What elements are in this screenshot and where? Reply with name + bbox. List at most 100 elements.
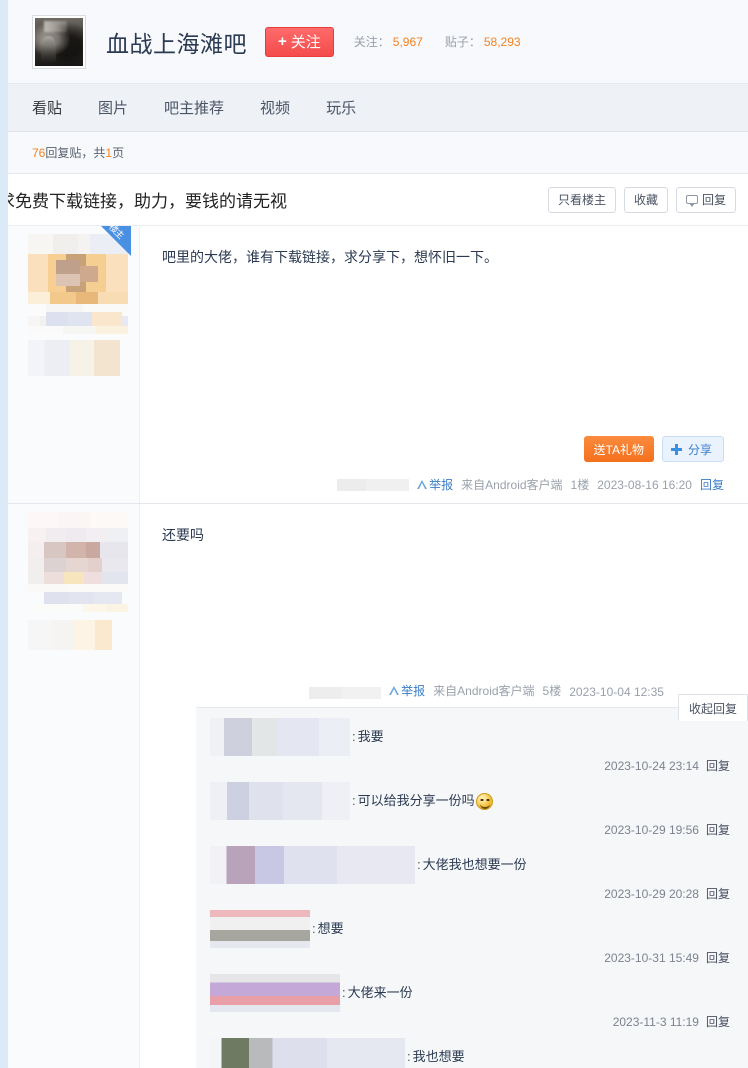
comment-5-time: 2023-11-3 11:19 [612, 1014, 699, 1029]
post-2-content: 还要吗 [162, 527, 204, 543]
favorite-button[interactable]: 收藏 [623, 186, 668, 213]
comment-2-time: 2023-10-29 19:56 [604, 822, 699, 837]
username-redacted [28, 620, 112, 650]
scroll-pane: 血战上海滩吧 + 关注 关注： 5,967 贴子： 58,293 看贴 图片 吧主推… [8, 0, 748, 1068]
post-2: 还要吗 举报 来自Android客户端 5楼 2023-10-04 12:35 … [8, 504, 748, 1068]
stat-posts-value: 58,293 [483, 35, 521, 49]
username-redacted [28, 340, 120, 376]
comment-1-line: : 我要 [210, 718, 734, 756]
page-root: 血战上海滩吧 + 关注 关注： 5,967 贴子： 58,293 看贴 图片 吧主推… [0, 0, 748, 1068]
post-2-floor: 5楼 [542, 684, 562, 698]
smiley-emoji-icon [475, 792, 493, 810]
post-1: 楼主 吧里的大佬，谁有下载链接，求分享下，想怀旧一下。 送TA礼物 分享 举报 … [8, 222, 748, 504]
plus-icon: + [278, 33, 287, 50]
stat-posts-label: 贴子： [444, 35, 481, 49]
report-button[interactable]: 举报 [417, 476, 453, 493]
avatar[interactable] [28, 512, 128, 612]
report-label: 举报 [401, 684, 426, 698]
comment-2-text: 可以给我分享一份吗 [357, 793, 475, 808]
reply-count-value: 76 [32, 145, 46, 160]
comment-4-footer: 2023-10-31 15:49 回复 [210, 949, 734, 966]
share-button[interactable]: 分享 [661, 436, 724, 462]
reply-count-mid: 回复贴，共 [45, 146, 106, 160]
list-item: : 可以给我分享一份吗 2023-10-29 19:56 回复 [210, 778, 734, 842]
comment-4-reply-link[interactable]: 回复 [706, 949, 730, 966]
share-label: 分享 [687, 442, 712, 457]
comment-1-colon: : [352, 729, 356, 744]
comment-2-line: : 可以给我分享一份吗 [210, 782, 734, 820]
post-2-meta: 举报 来自Android客户端 5楼 2023-10-04 12:35 收起回复 [162, 668, 748, 721]
comment-6-text: 我也想要 [412, 1049, 465, 1064]
post-1-time: 2023-08-16 16:20 [597, 477, 692, 492]
list-item: : 想要 2023-10-31 15:49 回复 [210, 906, 734, 970]
comment-3-line: : 大佬我也想要一份 [210, 846, 734, 884]
comment-5-footer: 2023-11-3 11:19 回复 [210, 1013, 734, 1030]
list-item: : 大佬我也想要一份 2023-10-29 20:28 回复 [210, 842, 734, 906]
comment-3-reply-link[interactable]: 回复 [706, 885, 730, 902]
comment-2-footer: 2023-10-29 19:56 回复 [210, 821, 734, 838]
plus-icon [670, 443, 682, 455]
comment-list: : 我要 2023-10-24 23:14 回复 : 可以给我分享一份吗 202… [196, 707, 748, 1068]
comment-4-line: : 想要 [210, 910, 734, 948]
stat-followers-value: 5,967 [392, 35, 423, 49]
comment-1-footer: 2023-10-24 23:14 回复 [210, 757, 734, 774]
post-1-username-redacted [337, 478, 410, 491]
tab-bazhu-tuijian[interactable]: 吧主推荐 [164, 97, 224, 118]
comment-1-reply-link[interactable]: 回复 [706, 757, 730, 774]
send-gift-label: 送TA礼物 [593, 442, 644, 457]
page-count-suffix: 页 [112, 146, 125, 160]
comment-5-username-redacted [210, 974, 340, 1012]
post-2-body: 还要吗 举报 来自Android客户端 5楼 2023-10-04 12:35 … [140, 504, 748, 1068]
warning-triangle-icon [389, 686, 400, 695]
post-1-source: 来自Android客户端 [461, 478, 563, 492]
comment-1-username-redacted [210, 718, 350, 756]
only-op-button[interactable]: 只看楼主 [547, 186, 616, 213]
page-title: 求免费下载链接，助力，要钱的请无视 [8, 192, 287, 211]
post-2-username-redacted [309, 687, 382, 699]
thread-actions: 只看楼主 收藏 回复 [547, 186, 736, 213]
reply-button[interactable]: 回复 [675, 186, 736, 213]
post-1-reply-link[interactable]: 回复 [700, 476, 724, 493]
bar-avatar[interactable] [32, 14, 86, 69]
thread-header: 求免费下载链接，助力，要钱的请无视 只看楼主 收藏 回复 [8, 174, 748, 226]
post-1-floor: 1楼 [570, 478, 590, 492]
comment-3-username-redacted [210, 846, 415, 884]
comment-1-text: 我要 [357, 729, 384, 744]
post-2-user-column [8, 504, 140, 1068]
stat-followers-label: 关注： [353, 35, 390, 49]
list-item: : 我也想要 2023-11-3 18:23 回复 [210, 1034, 734, 1068]
only-op-label: 只看楼主 [557, 193, 606, 207]
tab-kantie[interactable]: 看贴 [32, 97, 62, 118]
speech-bubble-icon [685, 195, 698, 207]
comment-6-username-redacted [210, 1038, 405, 1068]
report-label: 举报 [429, 478, 454, 492]
comment-4-time: 2023-10-31 15:49 [604, 950, 699, 965]
comment-1-time: 2023-10-24 23:14 [604, 758, 699, 773]
stat-posts: 贴子： 58,293 [445, 33, 521, 50]
follow-button-label: 关注 [290, 34, 321, 51]
comment-2-reply-link[interactable]: 回复 [706, 821, 730, 838]
comment-5-reply-link[interactable]: 回复 [706, 1013, 730, 1030]
post-1-content: 吧里的大佬，谁有下载链接，求分享下，想怀旧一下。 [162, 249, 498, 265]
tab-shipin[interactable]: 视频 [260, 97, 290, 118]
post-2-time: 2023-10-04 12:35 [569, 685, 664, 699]
follow-button[interactable]: + 关注 [265, 26, 334, 57]
warning-triangle-icon [417, 480, 428, 489]
comment-5-line: : 大佬来一份 [210, 974, 734, 1012]
favorite-label: 收藏 [633, 193, 658, 207]
send-gift-button[interactable]: 送TA礼物 [583, 436, 654, 462]
post-1-body: 吧里的大佬，谁有下载链接，求分享下，想怀旧一下。 送TA礼物 分享 举报 来自A… [140, 226, 748, 503]
bar-header: 血战上海滩吧 + 关注 关注： 5,967 贴子： 58,293 [8, 0, 748, 84]
bar-stats: 关注： 5,967 贴子： 58,293 [354, 33, 521, 50]
list-item: : 我要 2023-10-24 23:14 回复 [210, 714, 734, 778]
post-1-user-column: 楼主 [8, 222, 140, 503]
report-button[interactable]: 举报 [389, 682, 425, 699]
comment-5-text: 大佬来一份 [347, 985, 413, 1000]
tab-wanle[interactable]: 玩乐 [326, 97, 356, 118]
tab-tupian[interactable]: 图片 [98, 97, 128, 118]
comment-3-time: 2023-10-29 20:28 [604, 886, 699, 901]
comment-2-colon: : [352, 793, 356, 808]
bar-avatar-image [35, 17, 83, 66]
reply-count-bar: 76 回复贴，共 1 页 [8, 132, 748, 174]
comment-2-username-redacted [210, 782, 350, 820]
